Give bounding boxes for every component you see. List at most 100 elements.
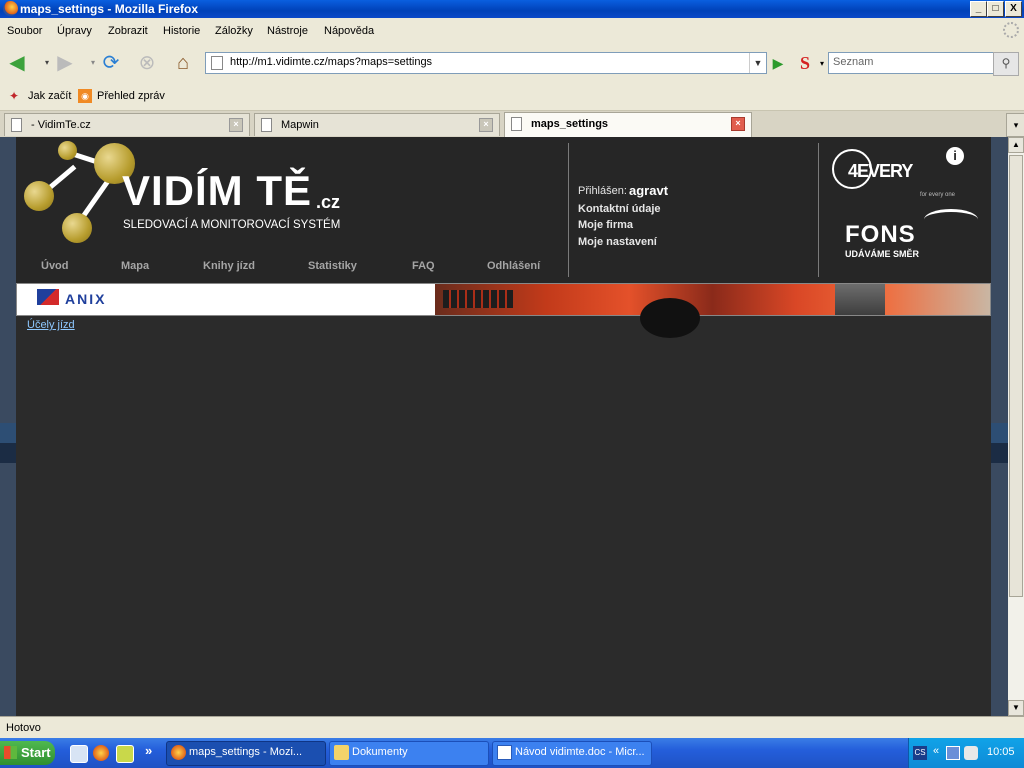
close-button[interactable]: X [1005,1,1022,17]
partner-fons: FONS [845,221,916,248]
windows-flag-icon [4,746,17,759]
menu-help[interactable]: Nápověda [324,25,374,37]
task-word[interactable]: Návod vidimte.doc - Micr... [492,741,652,766]
word-document-icon [497,745,512,760]
nav-map[interactable]: Mapa [121,260,149,272]
language-indicator[interactable]: CS [913,746,927,760]
tab-mapwin[interactable]: Mapwin × [254,113,500,136]
search-placeholder: Seznam [833,56,874,68]
nav-statistics[interactable]: Statistiky [308,260,357,272]
page-icon [261,118,272,132]
url-input[interactable]: http://m1.vidimte.cz/maps?maps=settings … [205,52,767,74]
menu-bar: Soubor Úpravy Zobrazit Historie Záložky … [0,18,1024,46]
tab-label: - VidimTe.cz [31,119,91,131]
nav-faq[interactable]: FAQ [412,260,435,272]
menu-tools[interactable]: Nástroje [267,25,308,37]
scrollbar-thumb[interactable] [1009,155,1023,597]
site-logo-subtitle: SLEDOVACÍ A MONITOROVACÍ SYSTÉM [123,219,341,231]
folder-icon [334,745,349,760]
taskbar: Start » maps_settings - Mozi... Dokument… [0,738,1024,768]
tab-label: maps_settings [531,118,609,130]
scroll-up-icon[interactable]: ▲ [1008,137,1024,153]
menu-history[interactable]: Historie [163,25,200,37]
minimize-button[interactable]: _ [970,1,987,17]
close-tab-icon[interactable]: × [731,117,745,131]
nav-logbooks[interactable]: Knihy jízd [203,260,255,272]
site-logo-domain: .cz [316,192,341,212]
close-tab-icon[interactable]: × [479,118,493,132]
status-bar: Hotovo [0,716,1024,739]
menu-view[interactable]: Zobrazit [108,25,148,37]
page-icon [211,56,223,70]
url-text: http://m1.vidimte.cz/maps?maps=settings [230,56,433,68]
nav-home[interactable]: Úvod [41,260,69,272]
username: agravt [629,183,669,198]
tab-list-icon[interactable]: ▾ [1006,113,1024,137]
bookmark-news[interactable]: Přehled zpráv [97,90,165,102]
site-logo-title: VIDÍM TĚ [122,167,313,214]
header-divider [568,143,569,277]
site-page: VIDÍM TĚ .cz SLEDOVACÍ A MONITOROVACÍ SY… [16,137,991,716]
task-documents[interactable]: Dokumenty [329,741,489,766]
user-menu-company[interactable]: Moje firma [578,219,633,231]
start-button[interactable]: Start [0,741,55,765]
vertical-scrollbar[interactable]: ▲ ▼ [1008,137,1024,716]
reload-icon[interactable]: ⟳ [98,50,124,76]
app-quicklaunch-icon[interactable] [116,745,134,763]
menu-file[interactable]: Soubor [7,25,42,37]
rss-icon: ◉ [78,89,92,103]
task-firefox[interactable]: maps_settings - Mozi... [166,741,326,766]
tab-bar: - VidimTe.cz × Mapwin × maps_settings × … [0,111,1024,137]
network-icon[interactable] [946,746,960,760]
status-text: Hotovo [6,722,41,734]
menu-edit[interactable]: Úpravy [57,25,92,37]
stop-icon[interactable]: ⊗ [134,50,160,76]
search-input[interactable]: Seznam [828,52,994,74]
tab-maps-settings[interactable]: maps_settings × [504,112,752,137]
nav-logout[interactable]: Odhlášení [487,260,540,272]
volume-icon[interactable] [964,746,978,760]
window-title: maps_settings - Mozilla Firefox [20,2,199,16]
truck-banner-image [435,284,990,338]
bookmark-getting-started[interactable]: Jak začít [28,90,71,102]
go-button[interactable]: ▶ [767,52,789,74]
search-engine-icon[interactable]: S [800,53,810,74]
back-icon[interactable]: ◀ [4,50,30,76]
scroll-down-icon[interactable]: ▼ [1008,700,1024,716]
partner-4every: 4EVERY [848,161,913,181]
tray-expand-icon[interactable]: « [933,745,939,757]
trip-purposes-link[interactable]: Účely jízd [27,319,75,331]
quicklaunch-more[interactable]: » [145,743,152,758]
banner-brand: ANIX [65,291,107,307]
fons-swoosh-icon [924,209,978,230]
page-icon [511,117,522,131]
user-menu-contact[interactable]: Kontaktní údaje [578,203,661,215]
partner-4every-tagline: for every one [920,192,956,198]
throbber-icon [1003,22,1019,38]
navigation-toolbar: ◀ ▾ ▶ ▾ ⟳ ⊗ ⌂ http://m1.vidimte.cz/maps?… [0,46,1024,84]
start-label: Start [21,745,51,760]
page-icon [11,118,22,132]
search-icon[interactable]: ⚲ [993,52,1019,76]
user-menu-settings[interactable]: Moje nastavení [578,236,657,248]
header-divider [818,143,819,277]
logged-in-label: Přihlášen: [578,185,627,197]
site-header: VIDÍM TĚ .cz SLEDOVACÍ A MONITOROVACÍ SY… [16,137,991,283]
close-tab-icon[interactable]: × [229,118,243,132]
notepad-icon[interactable] [70,745,88,763]
bookmarks-toolbar: ✦ Jak začít ◉ Přehled zpráv [0,84,1024,111]
menu-bookmarks[interactable]: Záložky [215,25,253,37]
tab-vidimte[interactable]: - VidimTe.cz × [4,113,250,136]
search-engine-dropdown-icon[interactable]: ▾ [820,59,824,68]
info-icon: i [946,147,964,165]
task-label: Dokumenty [352,746,408,758]
url-dropdown-icon[interactable]: ▼ [749,53,766,73]
firefox-quicklaunch-icon[interactable] [93,745,109,761]
forward-icon[interactable]: ▶ [52,50,78,76]
clock[interactable]: 10:05 [987,746,1015,758]
home-icon[interactable]: ⌂ [170,50,196,76]
anix-logo-icon [37,289,59,305]
window-title-bar[interactable]: maps_settings - Mozilla Firefox _ □ X [0,0,1024,18]
maximize-button[interactable]: □ [987,1,1004,17]
task-label: maps_settings - Mozi... [189,746,303,758]
